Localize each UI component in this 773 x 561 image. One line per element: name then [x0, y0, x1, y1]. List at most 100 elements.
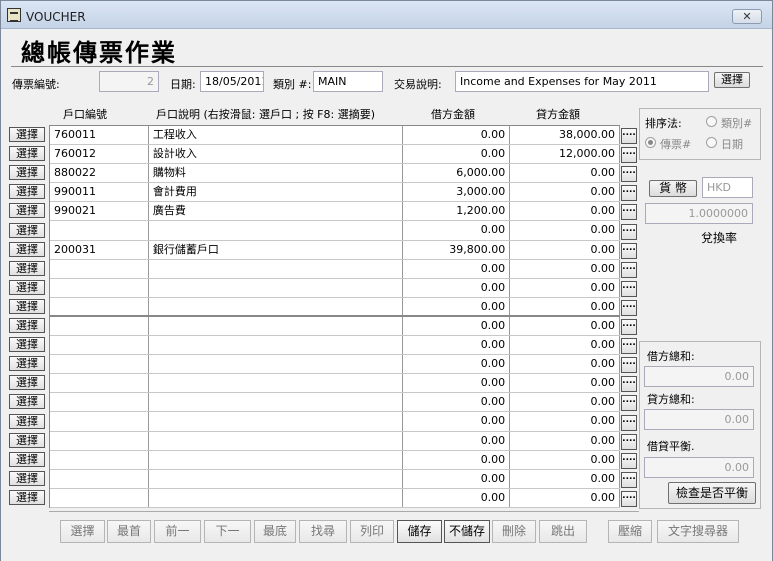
- debit-cell[interactable]: 0.00: [403, 374, 511, 393]
- account-desc-cell[interactable]: [149, 450, 404, 469]
- row-select-button[interactable]: 選擇: [9, 394, 45, 410]
- account-desc-cell[interactable]: [149, 374, 404, 393]
- table-row[interactable]: 0.00 0.00: [50, 355, 620, 375]
- row-lookup-button[interactable]: ....: [621, 338, 637, 355]
- debit-cell[interactable]: 0.00: [403, 393, 511, 412]
- find-button[interactable]: 找尋: [299, 520, 347, 543]
- table-row[interactable]: 760011 工程收入 0.00 38,000.00: [50, 126, 620, 146]
- debit-cell[interactable]: 0.00: [403, 469, 511, 488]
- category-field[interactable]: MAIN: [313, 71, 383, 92]
- credit-cell[interactable]: 0.00: [510, 355, 620, 374]
- currency-code-field[interactable]: HKD: [702, 177, 753, 198]
- compress-button[interactable]: 壓縮: [608, 520, 652, 543]
- sort-category-radio[interactable]: [706, 116, 717, 127]
- row-select-button[interactable]: 選擇: [9, 184, 45, 200]
- account-no-cell[interactable]: [50, 431, 149, 450]
- account-desc-cell[interactable]: 工程收入: [149, 126, 404, 145]
- account-no-cell[interactable]: [50, 316, 149, 336]
- account-no-cell[interactable]: [50, 336, 149, 355]
- debit-cell[interactable]: 0.00: [403, 336, 511, 355]
- row-select-button[interactable]: 選擇: [9, 298, 45, 314]
- account-no-cell[interactable]: 760012: [50, 145, 149, 164]
- credit-cell[interactable]: 0.00: [510, 412, 620, 431]
- account-desc-cell[interactable]: [149, 278, 404, 297]
- row-lookup-button[interactable]: ....: [621, 357, 637, 374]
- account-desc-cell[interactable]: [149, 336, 404, 355]
- table-row[interactable]: 0.00 0.00: [50, 297, 620, 317]
- table-row[interactable]: 0.00 0.00: [50, 488, 620, 508]
- row-select-button[interactable]: 選擇: [9, 127, 45, 142]
- currency-button[interactable]: 貨 幣: [649, 180, 697, 197]
- credit-cell[interactable]: 0.00: [510, 297, 620, 315]
- credit-cell[interactable]: 12,000.00: [510, 145, 620, 164]
- next-button[interactable]: 下一: [204, 520, 251, 543]
- debit-cell[interactable]: 0.00: [403, 278, 511, 297]
- row-lookup-button[interactable]: ....: [621, 433, 637, 450]
- credit-cell[interactable]: 0.00: [510, 240, 620, 259]
- close-button[interactable]: ✕: [732, 9, 762, 24]
- account-desc-cell[interactable]: [149, 259, 404, 278]
- account-no-cell[interactable]: [50, 469, 149, 488]
- row-lookup-button[interactable]: ....: [621, 376, 637, 393]
- text-search-button[interactable]: 文字搜尋器: [657, 520, 739, 543]
- account-no-cell[interactable]: [50, 221, 149, 240]
- row-lookup-button[interactable]: ....: [621, 261, 637, 278]
- account-no-cell[interactable]: [50, 278, 149, 297]
- row-lookup-button[interactable]: ....: [621, 319, 637, 335]
- check-balance-button[interactable]: 檢查是否平衡: [668, 482, 756, 504]
- table-row[interactable]: 0.00 0.00: [50, 259, 620, 279]
- table-row[interactable]: 0.00 0.00: [50, 393, 620, 413]
- credit-cell[interactable]: 0.00: [510, 374, 620, 393]
- account-desc-cell[interactable]: 設計收入: [149, 145, 404, 164]
- account-no-cell[interactable]: 880022: [50, 164, 149, 183]
- row-select-button[interactable]: 選擇: [9, 489, 45, 505]
- table-row[interactable]: 0.00 0.00: [50, 469, 620, 489]
- balance-field[interactable]: 0.00: [644, 457, 754, 478]
- row-lookup-button[interactable]: ....: [621, 204, 637, 221]
- credit-cell[interactable]: 0.00: [510, 183, 620, 202]
- account-no-cell[interactable]: 990011: [50, 183, 149, 202]
- table-row[interactable]: 0.00 0.00: [50, 221, 620, 241]
- account-desc-cell[interactable]: [149, 316, 404, 336]
- credit-cell[interactable]: 0.00: [510, 450, 620, 469]
- debit-cell[interactable]: 0.00: [403, 259, 511, 278]
- table-row[interactable]: 0.00 0.00: [50, 374, 620, 394]
- save-button[interactable]: 儲存: [397, 520, 442, 543]
- account-no-cell[interactable]: [50, 450, 149, 469]
- debit-cell[interactable]: 0.00: [403, 412, 511, 431]
- account-no-cell[interactable]: [50, 374, 149, 393]
- credit-cell[interactable]: 0.00: [510, 202, 620, 221]
- row-select-button[interactable]: 選擇: [9, 375, 45, 391]
- credit-cell[interactable]: 0.00: [510, 393, 620, 412]
- account-no-cell[interactable]: 200031: [50, 240, 149, 259]
- row-lookup-button[interactable]: ....: [621, 166, 637, 183]
- exchange-rate-field[interactable]: 1.0000000: [645, 203, 753, 224]
- row-select-button[interactable]: 選擇: [9, 470, 45, 486]
- debit-cell[interactable]: 0.00: [403, 431, 511, 450]
- account-no-cell[interactable]: 760011: [50, 126, 149, 145]
- debit-cell[interactable]: 0.00: [403, 316, 511, 336]
- credit-cell[interactable]: 0.00: [510, 336, 620, 355]
- row-select-button[interactable]: 選擇: [9, 413, 45, 429]
- row-lookup-button[interactable]: ....: [621, 395, 637, 412]
- print-button[interactable]: 列印: [350, 520, 394, 543]
- debit-cell[interactable]: 0.00: [403, 450, 511, 469]
- account-no-cell[interactable]: [50, 259, 149, 278]
- account-no-cell[interactable]: 990021: [50, 202, 149, 221]
- debit-cell[interactable]: 1,200.00: [403, 202, 511, 221]
- credit-cell[interactable]: 0.00: [510, 488, 620, 507]
- row-lookup-button[interactable]: ....: [621, 452, 637, 469]
- row-lookup-button[interactable]: ....: [621, 280, 637, 297]
- row-lookup-button[interactable]: ....: [621, 490, 637, 507]
- table-row[interactable]: 0.00 0.00: [50, 450, 620, 470]
- row-lookup-button[interactable]: ....: [621, 223, 637, 240]
- row-lookup-button[interactable]: ....: [621, 147, 637, 164]
- row-lookup-button[interactable]: ....: [621, 471, 637, 488]
- row-select-button[interactable]: 選擇: [9, 432, 45, 448]
- credit-cell[interactable]: 0.00: [510, 278, 620, 297]
- row-select-button[interactable]: 選擇: [9, 279, 45, 295]
- sort-date-radio[interactable]: [706, 137, 717, 148]
- row-lookup-button[interactable]: ....: [621, 185, 637, 202]
- row-select-button[interactable]: 選擇: [9, 451, 45, 467]
- credit-cell[interactable]: 38,000.00: [510, 126, 620, 145]
